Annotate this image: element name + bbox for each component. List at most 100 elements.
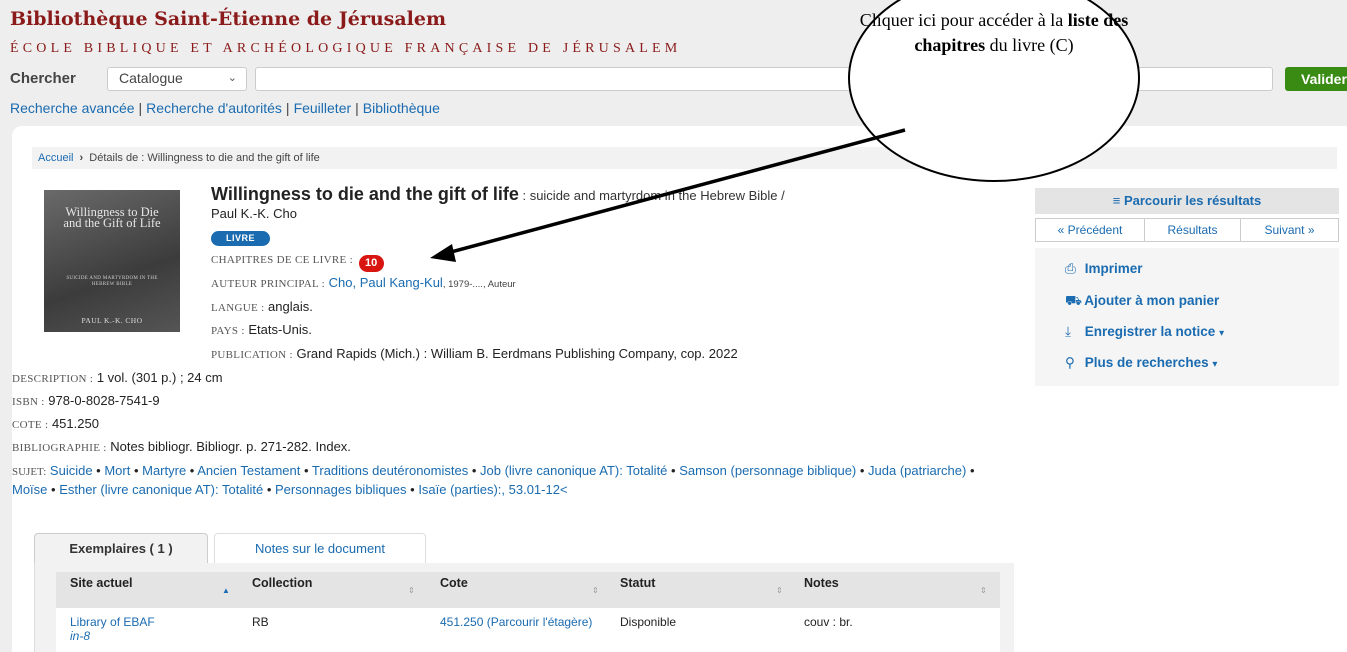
cover-title: Willingness to Die and the Gift of Life (63, 205, 161, 230)
search-label: Chercher (10, 70, 76, 87)
sort-icon[interactable]: ⇕ (980, 586, 987, 595)
subject-link[interactable]: Juda (patriarche) (868, 463, 966, 478)
breadcrumb-current: Détails de : Willingness to die and the … (89, 152, 320, 164)
nav-links: Recherche avancée | Recherche d'autorités |… (10, 100, 440, 116)
language-value: anglais. (268, 299, 313, 314)
breadcrumb-home[interactable]: Accueil (38, 152, 73, 164)
column-header-notes[interactable]: Notes (804, 576, 839, 590)
search-bar: Chercher Catalogue ⌄ Valider (10, 67, 1347, 91)
cell-collection: RB (252, 615, 269, 629)
site-title[interactable]: Bibliothèque Saint-Étienne de Jérusalem (10, 8, 446, 30)
cote-value: 451.250 (51, 416, 99, 431)
isbn-label: ISBN : (12, 396, 45, 408)
actions-box: ⎙ Imprimer ⛟ Ajouter à mon panier ⤓ Enre… (1035, 248, 1339, 386)
search-icon: ⚲ (1065, 355, 1075, 370)
caret-down-icon: ▾ (1212, 359, 1218, 370)
column-header-collection[interactable]: Collection (252, 576, 312, 590)
save-record-action[interactable]: ⤓ Enregistrer la notice ▾ (1065, 324, 1224, 340)
record-title-rest: : suicide and martyrdom in the Hebrew Bi… (522, 188, 785, 203)
print-action[interactable]: ⎙ Imprimer (1065, 261, 1143, 277)
nav-link-advanced-search[interactable]: Recherche avancée (10, 100, 135, 116)
record-title-main: Willingness to die and the gift of life (211, 184, 519, 204)
subject-link[interactable]: Traditions deutéronomistes (312, 463, 468, 478)
subject-link[interactable]: Suicide (50, 463, 93, 478)
column-header-cote[interactable]: Cote (440, 576, 468, 590)
subject-link[interactable]: Moïse (12, 482, 47, 497)
subject-link[interactable]: Martyre (142, 463, 186, 478)
cell-cote: 451.250 (Parcourir l'étagère) (440, 615, 610, 629)
download-icon: ⤓ (1065, 324, 1071, 339)
bibliography-label: BIBLIOGRAPHIE : (12, 442, 107, 454)
next-button[interactable]: Suivant » (1240, 218, 1339, 242)
isbn-field: ISBN : 978-0-8028-7541-9 (12, 393, 160, 408)
search-scope-select[interactable]: Catalogue ⌄ (107, 67, 247, 91)
chapters-label: CHAPITRES DE CE LIVRE : (211, 254, 353, 266)
browse-results-label: Parcourir les résultats (1123, 193, 1262, 208)
subject-link[interactable]: Mort (104, 463, 130, 478)
cell-statut: Disponible (620, 615, 677, 629)
site-sub: in-8 (70, 629, 91, 643)
cell-notes: couv : br. (804, 615, 853, 629)
subject-link[interactable]: Ancien Testament (197, 463, 300, 478)
subject-link[interactable]: Isaïe (parties):, 53.01-12< (418, 482, 567, 497)
chapters-count-badge[interactable]: 10 (358, 255, 384, 272)
callout-text: Cliquer ici pour accéder à la liste des … (859, 10, 1129, 55)
subject-link[interactable]: Job (livre canonique AT): Totalité (480, 463, 667, 478)
author-label: AUTEUR PRINCIPAL : (211, 278, 325, 290)
more-searches-action[interactable]: ⚲ Plus de recherches ▾ (1065, 355, 1217, 371)
nav-link-browse[interactable]: Feuilleter (294, 100, 352, 116)
subject-link[interactable]: Samson (personnage biblique) (679, 463, 856, 478)
table-row: Library of EBAF in-8 RB 451.250 (Parcour… (56, 608, 1000, 652)
book-cover[interactable]: Willingness to Die and the Gift of Life … (44, 190, 180, 332)
tab-exemplaires[interactable]: Exemplaires ( 1 ) (34, 533, 208, 563)
chapters-field: CHAPITRES DE CE LIVRE : 10 (211, 251, 384, 272)
subjects-field: SUJET: Suicide • Mort • Martyre • Ancien… (12, 463, 975, 497)
cote-value: 451.250 (440, 615, 484, 629)
sort-icon[interactable]: ⇕ (592, 586, 599, 595)
publication-field: PUBLICATION : Grand Rapids (Mich.) : Wil… (211, 346, 738, 361)
description-value: 1 vol. (301 p.) ; 24 cm (96, 370, 223, 385)
subject-link[interactable]: Personnages bibliques (275, 482, 407, 497)
search-submit-button[interactable]: Valider (1285, 67, 1347, 91)
sort-icon[interactable]: ⇕ (408, 586, 415, 595)
language-label: LANGUE : (211, 302, 265, 314)
language-field: LANGUE : anglais. (211, 299, 313, 314)
publication-value: Grand Rapids (Mich.) : William B. Eerdma… (296, 346, 738, 361)
breadcrumb: Accueil › Détails de : Willingness to di… (32, 147, 1337, 169)
results-pager: « Précédent Résultats Suivant » (1035, 218, 1339, 242)
author-extra: , 1979-...., Auteur (442, 279, 516, 290)
nav-link-library[interactable]: Bibliothèque (363, 100, 440, 116)
caret-down-icon: ▾ (1219, 328, 1225, 339)
author-field: AUTEUR PRINCIPAL : Cho, Paul Kang-Kul, 1… (211, 275, 516, 290)
author-link[interactable]: Cho, Paul Kang-Kul (329, 275, 443, 290)
bibliography-field: BIBLIOGRAPHIE : Notes bibliogr. Bibliogr… (12, 439, 351, 454)
sort-asc-icon[interactable]: ▲ (222, 586, 230, 595)
subjects-label: SUJET: (12, 466, 47, 478)
cover-author: PAUL K.-K. CHO (81, 316, 143, 325)
cover-subtitle: SUICIDE AND MARTYRDOM IN THE HEBREW BIBL… (66, 276, 158, 287)
column-header-site[interactable]: Site actuel (70, 576, 133, 590)
list-icon: ≡ (1112, 193, 1121, 208)
prev-button[interactable]: « Précédent (1035, 218, 1145, 242)
results-button[interactable]: Résultats (1144, 218, 1241, 242)
cell-site: Library of EBAF in-8 (70, 615, 155, 643)
tab-notes[interactable]: Notes sur le document (214, 533, 426, 563)
publication-label: PUBLICATION : (211, 349, 293, 361)
add-to-cart-action[interactable]: ⛟ Ajouter à mon panier (1065, 293, 1219, 311)
column-header-statut[interactable]: Statut (620, 576, 655, 590)
sort-icon[interactable]: ⇕ (776, 586, 783, 595)
country-field: PAYS : Etats-Unis. (211, 322, 312, 337)
isbn-value: 978-0-8028-7541-9 (48, 393, 160, 408)
site-link[interactable]: Library of EBAF (70, 615, 155, 629)
record-responsibility: Paul K.-K. Cho (211, 206, 297, 221)
chevron-down-icon: ⌄ (227, 72, 237, 84)
browse-shelf-link[interactable]: (Parcourir l'étagère) (487, 615, 593, 629)
browse-results-button[interactable]: ≡ Parcourir les résultats (1035, 188, 1339, 214)
breadcrumb-separator-icon: › (79, 152, 84, 164)
search-scope-value: Catalogue (119, 70, 183, 86)
cart-icon: ⛟ (1065, 293, 1082, 308)
subject-link[interactable]: Esther (livre canonique AT): Totalité (59, 482, 263, 497)
nav-link-authority-search[interactable]: Recherche d'autorités (146, 100, 282, 116)
print-icon: ⎙ (1065, 261, 1076, 276)
country-label: PAYS : (211, 325, 245, 337)
